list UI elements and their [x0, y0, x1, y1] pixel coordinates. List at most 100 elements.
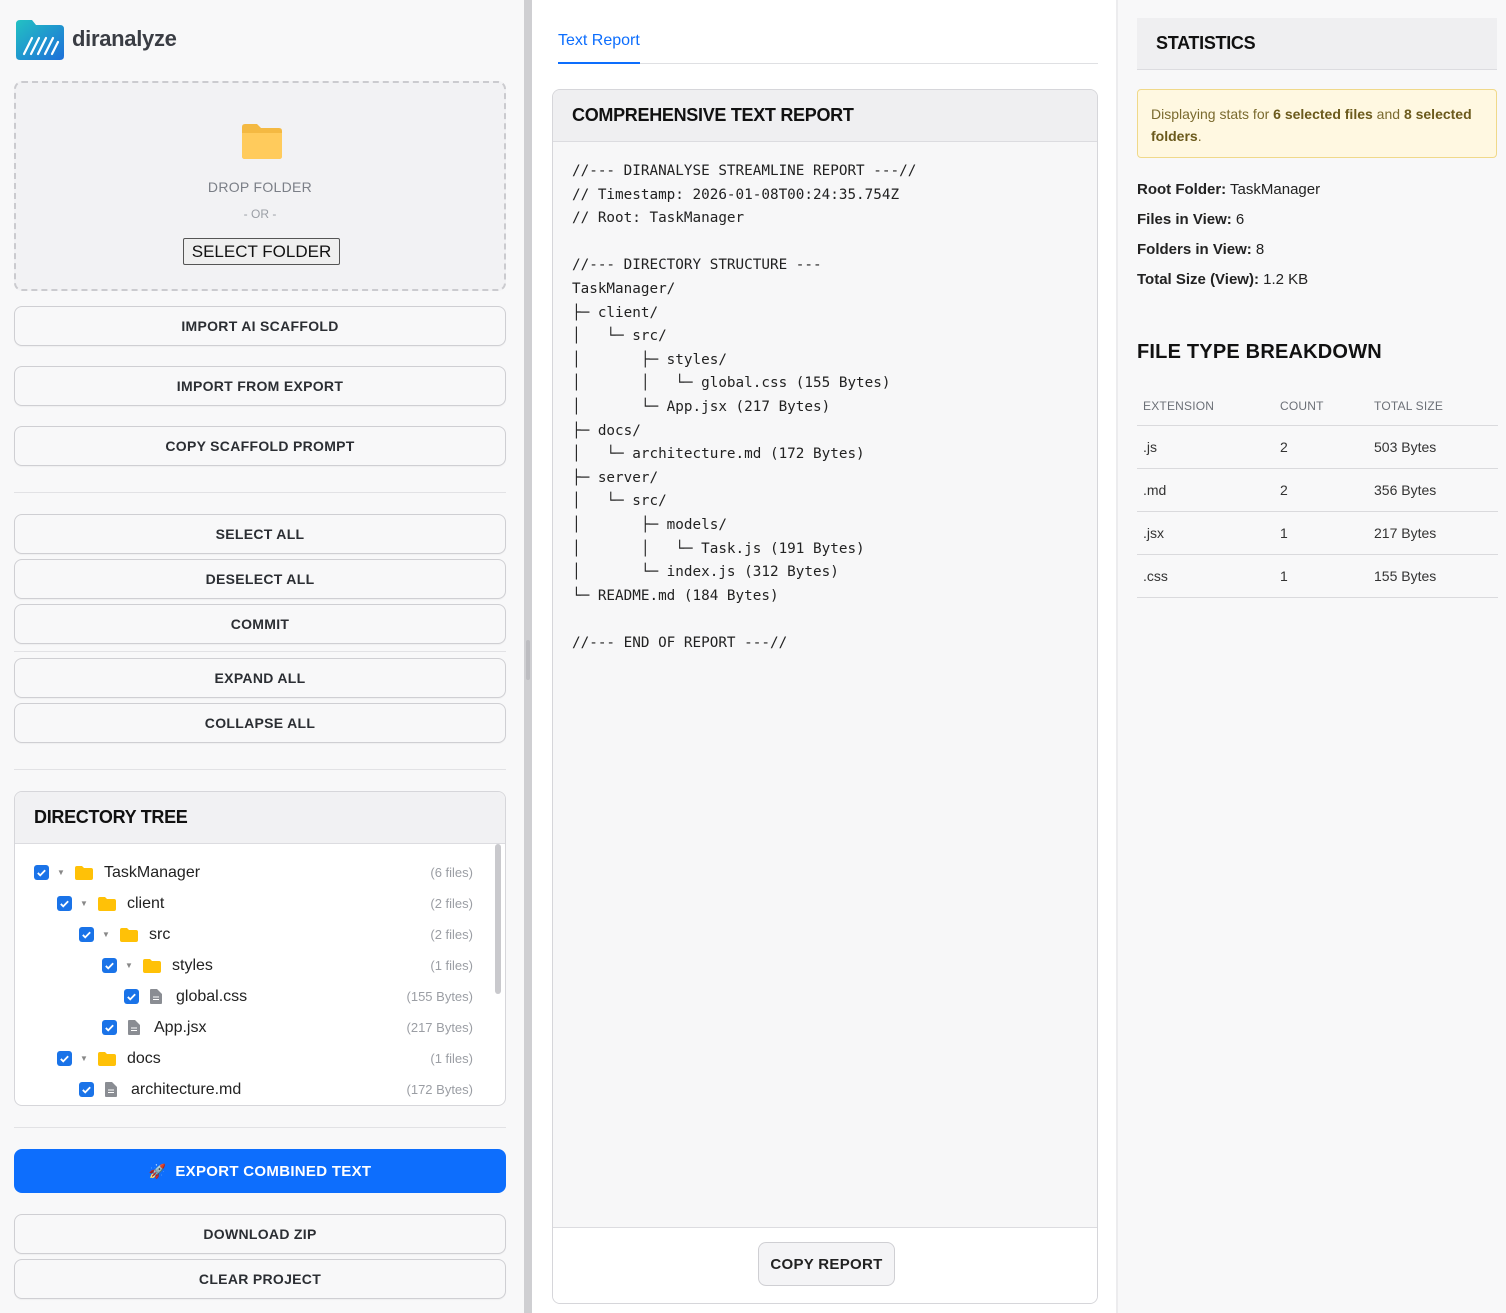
folder-icon — [75, 865, 93, 881]
tree-item[interactable]: App.jsx (217 Bytes) — [102, 1012, 473, 1043]
file-icon — [125, 1020, 143, 1036]
export-combined-text-label: EXPORT COMBINED TEXT — [175, 1162, 372, 1180]
checkbox[interactable] — [79, 927, 94, 942]
report-line: //--- DIRECTORY STRUCTURE --- — [572, 257, 822, 274]
table-cell: 1 — [1280, 525, 1288, 541]
tree-item[interactable]: global.css (155 Bytes) — [124, 981, 473, 1012]
stat-total-size: Total Size (View): 1.2 KB — [1137, 271, 1308, 288]
rocket-icon: 🚀 — [148, 1162, 167, 1179]
checkbox[interactable] — [124, 989, 139, 1004]
commit-button[interactable]: COMMIT — [14, 604, 506, 644]
table-cell: 2 — [1280, 482, 1288, 498]
checkbox[interactable] — [102, 958, 117, 973]
report-line: │ ├─ models/ — [572, 516, 727, 533]
table-cell: 217 Bytes — [1374, 525, 1437, 541]
checkbox[interactable] — [57, 896, 72, 911]
expand-all-button[interactable]: EXPAND ALL — [14, 658, 506, 698]
stat-label: Total Size (View): — [1137, 271, 1259, 288]
app-name: diranalyze — [72, 26, 177, 51]
tree-item[interactable]: architecture.md (172 Bytes) — [79, 1074, 473, 1105]
caret-down-icon[interactable]: ▼ — [78, 899, 90, 908]
report-line: │ └─ index.js (312 Bytes) — [572, 564, 839, 581]
table-row: .css 1 155 Bytes — [1137, 555, 1498, 598]
panel-resizer[interactable] — [524, 0, 532, 1313]
caret-down-icon[interactable]: ▼ — [123, 961, 135, 970]
report-line: │ └─ src/ — [572, 328, 667, 345]
table-row: .js 2 503 Bytes — [1137, 426, 1498, 469]
checkbox[interactable] — [79, 1082, 94, 1097]
column-header[interactable]: EXTENSION — [1137, 399, 1274, 413]
table-cell: .css — [1143, 568, 1168, 584]
tree-scrollbar[interactable] — [495, 844, 501, 994]
tree-item-name: architecture.md — [131, 1080, 242, 1098]
tree-item[interactable]: ▼ src (2 files) — [79, 919, 473, 950]
table-cell: 1 — [1280, 568, 1288, 584]
resize-handle[interactable] — [526, 640, 530, 680]
copy-scaffold-prompt-button[interactable]: COPY SCAFFOLD PROMPT — [14, 426, 506, 466]
divider — [14, 651, 506, 652]
tree-item-name: TaskManager — [104, 863, 201, 881]
statistics-panel: STATISTICS Displaying stats for 6 select… — [1118, 0, 1506, 1313]
deselect-all-button[interactable]: DESELECT ALL — [14, 559, 506, 599]
column-header[interactable]: TOTAL SIZE — [1368, 399, 1498, 413]
report-line: ├─ client/ — [572, 304, 659, 321]
import-from-export-button[interactable]: IMPORT FROM EXPORT — [14, 366, 506, 406]
app-logo: diranalyze — [14, 18, 177, 60]
stat-value: 6 — [1231, 211, 1245, 228]
file-type-table: EXTENSION COUNT TOTAL SIZE .js 2 503 Byt… — [1137, 386, 1498, 598]
caret-down-icon[interactable]: ▼ — [78, 1054, 90, 1063]
tree-item[interactable]: ▼ TaskManager (6 files) — [34, 857, 473, 888]
tree-item[interactable]: ▼ client (2 files) — [57, 888, 473, 919]
select-folder-button[interactable]: SELECT FOLDER — [183, 238, 340, 265]
report-line: // Root: TaskManager — [572, 210, 745, 227]
stat-label: Folders in View: — [1137, 241, 1252, 258]
table-row: .md 2 356 Bytes — [1137, 469, 1498, 512]
report-line: //--- END OF REPORT ---// — [572, 634, 788, 651]
table-cell: 503 Bytes — [1374, 439, 1437, 455]
select-all-button[interactable]: SELECT ALL — [14, 514, 506, 554]
checkbox[interactable] — [57, 1051, 72, 1066]
drop-folder-label: DROP FOLDER — [207, 179, 313, 195]
notice-prefix: Displaying stats for — [1151, 106, 1274, 122]
column-header[interactable]: COUNT — [1274, 399, 1368, 413]
import-ai-scaffold-button[interactable]: IMPORT AI SCAFFOLD — [14, 306, 506, 346]
tree-item[interactable]: ▼ docs (1 files) — [57, 1043, 473, 1074]
tree-item-name: App.jsx — [154, 1018, 207, 1036]
folder-icon — [98, 896, 116, 912]
tree-item[interactable]: ▼ styles (1 files) — [102, 950, 473, 981]
file-icon — [102, 1082, 120, 1098]
report-line: │ ├─ styles/ — [572, 351, 727, 368]
tab-text-report[interactable]: Text Report — [558, 24, 640, 64]
file-icon — [147, 989, 165, 1005]
download-zip-button[interactable]: DOWNLOAD ZIP — [14, 1214, 506, 1254]
export-combined-text-button[interactable]: 🚀 EXPORT COMBINED TEXT — [14, 1149, 506, 1193]
notice-suffix: . — [1197, 128, 1202, 144]
folder-icon — [143, 958, 161, 974]
collapse-all-button[interactable]: COLLAPSE ALL — [14, 703, 506, 743]
folder-icon — [98, 1051, 116, 1067]
stat-label: Files in View: — [1137, 211, 1232, 228]
report-line — [572, 608, 1087, 632]
tree-item-name: styles — [172, 956, 213, 974]
directory-tree-title: DIRECTORY TREE — [15, 792, 505, 844]
clear-project-button[interactable]: CLEAR PROJECT — [14, 1259, 506, 1299]
table-cell: 356 Bytes — [1374, 482, 1437, 498]
stat-value: 8 — [1251, 241, 1265, 258]
stat-label: Root Folder: — [1137, 181, 1227, 198]
divider — [14, 492, 506, 493]
copy-report-button[interactable]: COPY REPORT — [758, 1242, 895, 1286]
table-header-row: EXTENSION COUNT TOTAL SIZE — [1137, 386, 1498, 426]
checkbox[interactable] — [102, 1020, 117, 1035]
text-report-card: COMPREHENSIVE TEXT REPORT //--- DIRANALY… — [552, 89, 1098, 1304]
table-cell: .js — [1143, 439, 1157, 455]
tree-item-meta: (2 files) — [430, 927, 473, 942]
caret-down-icon[interactable]: ▼ — [100, 930, 112, 939]
table-cell: 2 — [1280, 439, 1288, 455]
checkbox[interactable] — [34, 865, 49, 880]
caret-down-icon[interactable]: ▼ — [55, 868, 67, 877]
notice-files: 6 selected files — [1273, 106, 1373, 122]
stat-folders-in-view: Folders in View: 8 — [1137, 241, 1264, 258]
report-line: │ │ └─ Task.js (191 Bytes) — [572, 540, 865, 557]
report-title: COMPREHENSIVE TEXT REPORT — [553, 90, 1097, 142]
drop-folder-zone[interactable]: DROP FOLDER - OR - SELECT FOLDER — [14, 81, 506, 291]
